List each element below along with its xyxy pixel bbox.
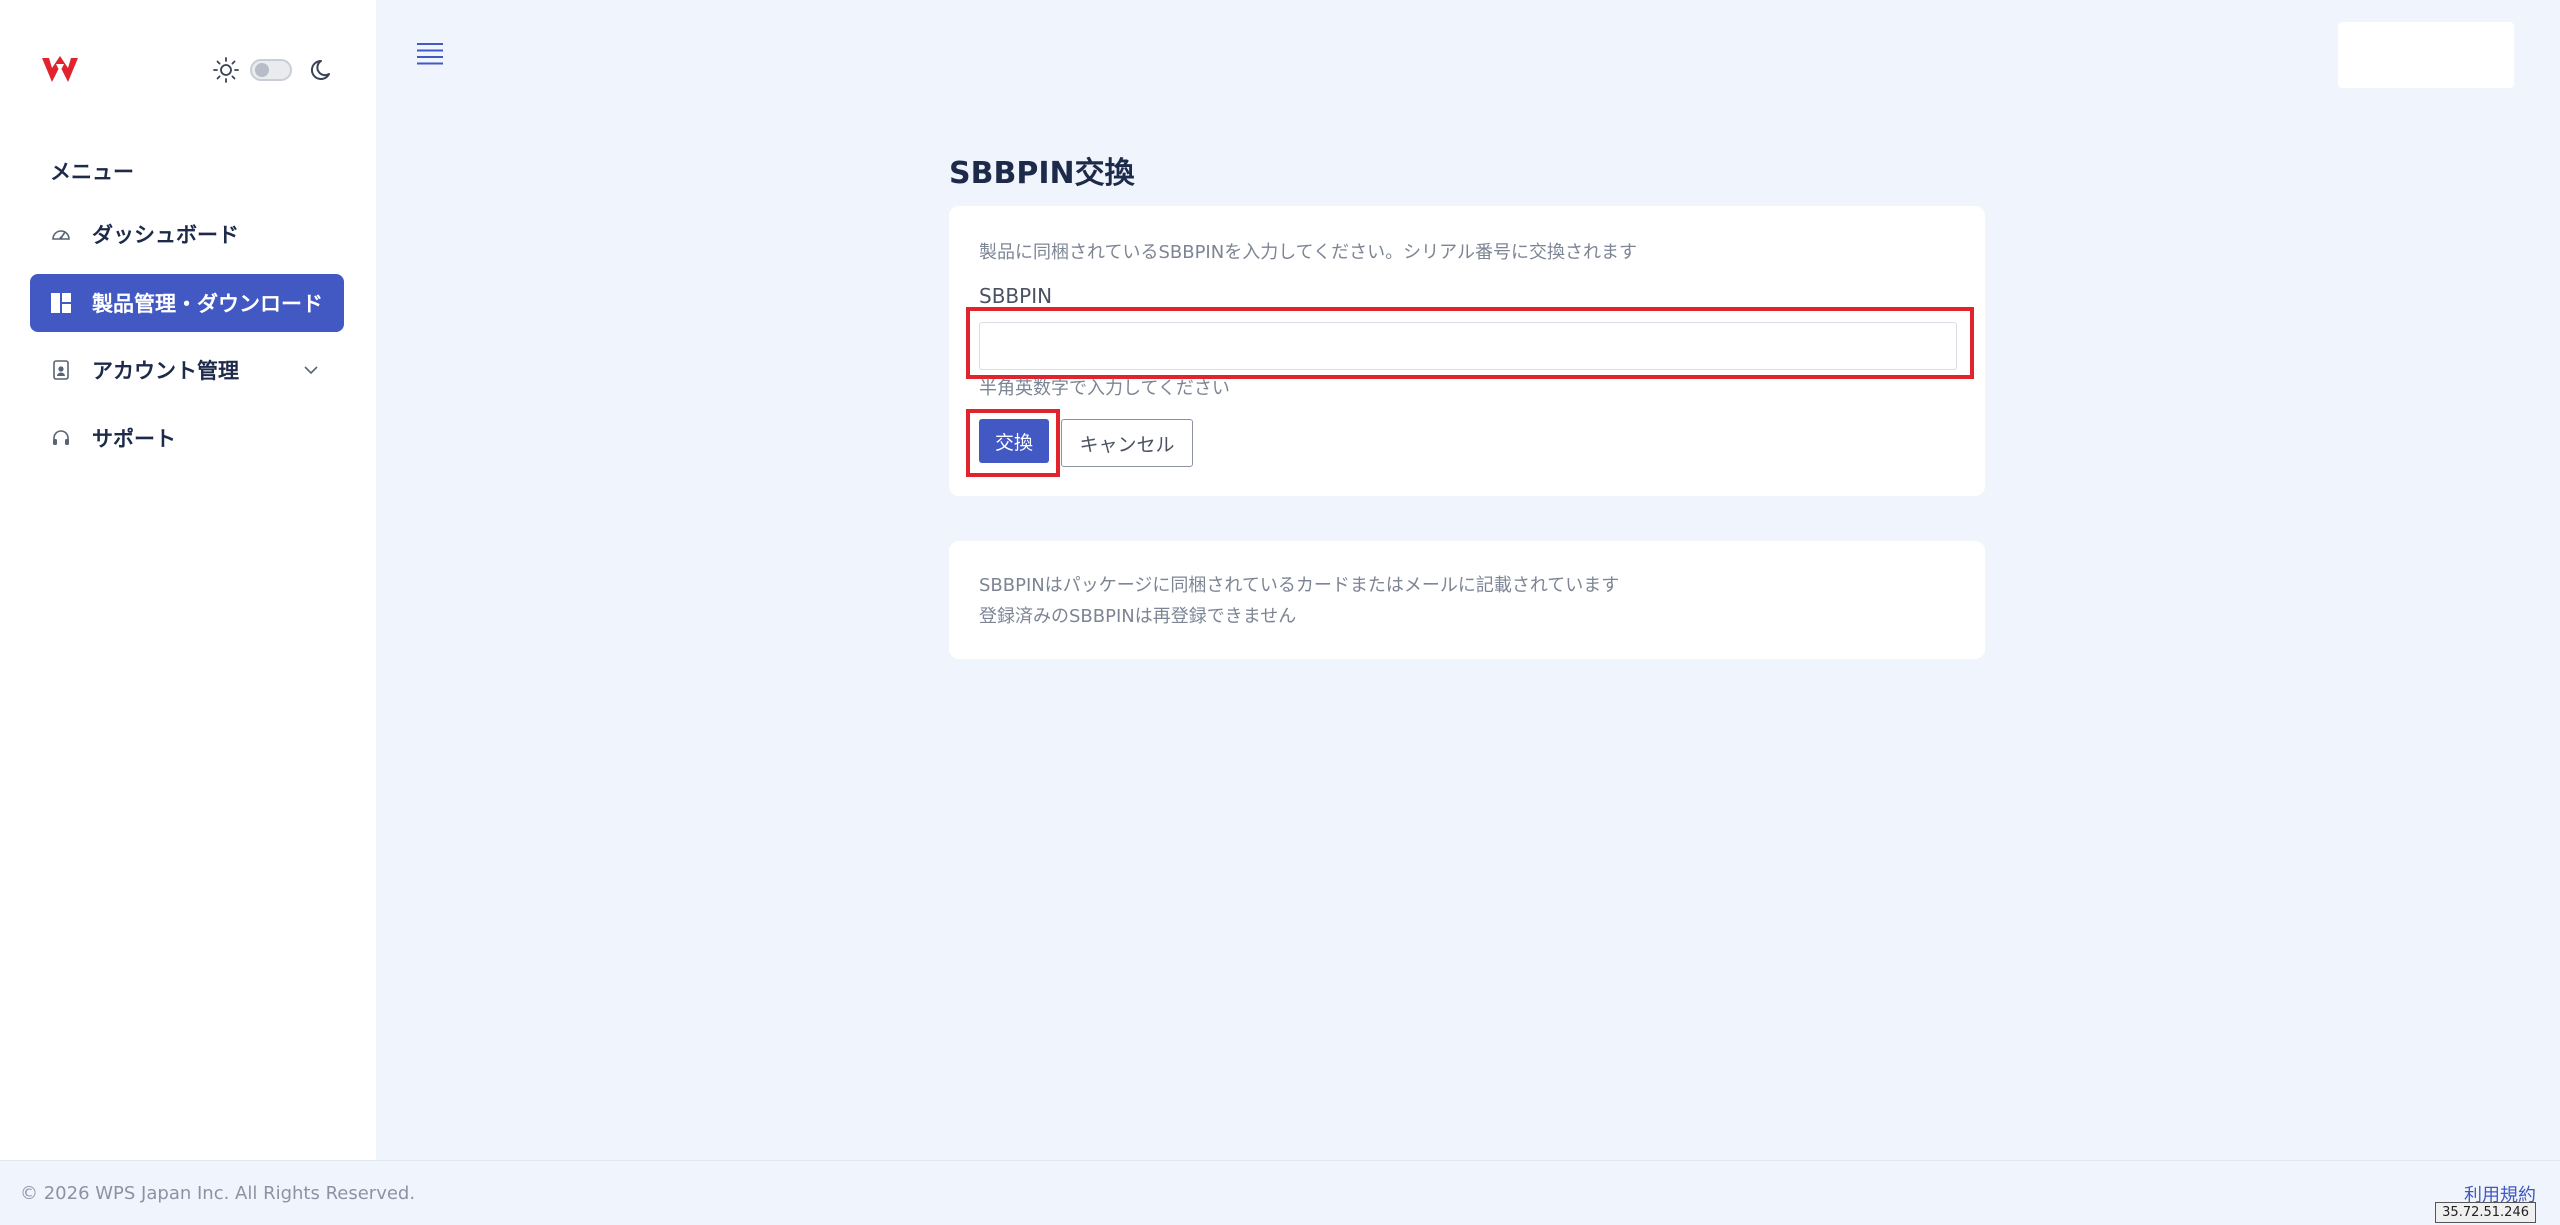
sidebar: メニュー ダッシュボード 製品管理・ダウンロード アカウント管理 サポート (0, 0, 376, 1160)
input-hint: 半角英数字で入力してください (979, 378, 1230, 399)
button-highlight-frame (966, 409, 1060, 477)
sun-icon (213, 57, 239, 83)
wps-logo-icon[interactable] (40, 54, 80, 86)
moon-icon (310, 59, 330, 80)
theme-switch-knob (255, 63, 269, 77)
theme-switch[interactable] (250, 59, 292, 81)
sbbpin-form-card: 製品に同梱されているSBBPINを入力してください。シリアル番号に交換されます … (949, 206, 1985, 496)
sbbpin-label: SBBPIN (979, 284, 1053, 308)
sidebar-item-account[interactable]: アカウント管理 (30, 341, 344, 399)
page-title: SBBPIN交換 (949, 156, 1135, 191)
hamburger-icon[interactable] (415, 40, 445, 68)
user-menu-area[interactable] (2338, 22, 2514, 88)
info-note: SBBPINはパッケージに同梱されているカードまたはメールに記載されています (979, 575, 1620, 596)
sidebar-item-label: アカウント管理 (92, 359, 239, 383)
footer: © 2026 WPS Japan Inc. All Rights Reserve… (0, 1160, 2560, 1225)
sidebar-item-label: 製品管理・ダウンロード (92, 292, 323, 316)
menu-heading: メニュー (50, 160, 134, 184)
id-badge-icon (53, 360, 69, 380)
info-card: SBBPINはパッケージに同梱されているカードまたはメールに記載されています 登… (949, 541, 1985, 659)
copyright-text: © 2026 WPS Japan Inc. All Rights Reserve… (20, 1183, 416, 1204)
sidebar-item-dashboard[interactable]: ダッシュボード (30, 205, 344, 263)
form-description: 製品に同梱されているSBBPINを入力してください。シリアル番号に交換されます (979, 242, 1637, 263)
headset-icon (53, 430, 69, 445)
ip-address-badge: 35.72.51.246 (2435, 1202, 2536, 1223)
theme-toggle[interactable] (212, 56, 336, 84)
sidebar-item-products[interactable]: 製品管理・ダウンロード (30, 274, 344, 332)
cancel-button[interactable]: キャンセル (1061, 419, 1193, 467)
input-highlight-frame (966, 307, 1974, 379)
sidebar-item-label: ダッシュボード (92, 223, 239, 247)
grid-layout-icon (51, 293, 71, 313)
chevron-down-icon[interactable] (302, 361, 320, 379)
dashboard-gauge-icon (52, 230, 70, 240)
sidebar-item-support[interactable]: サポート (30, 409, 344, 467)
sidebar-item-label: サポート (92, 427, 176, 451)
info-note: 登録済みのSBBPINは再登録できません (979, 606, 1297, 627)
